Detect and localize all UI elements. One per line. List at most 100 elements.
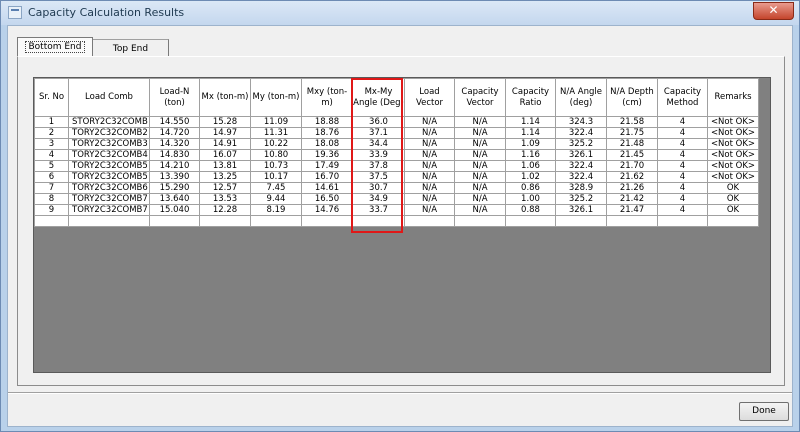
table-cell[interactable]: 4 bbox=[657, 138, 708, 150]
table-cell[interactable]: 326.1 bbox=[555, 149, 607, 161]
table-cell[interactable]: OK bbox=[707, 204, 759, 216]
table-row[interactable]: 8 TORY2C32COMB7 13.640 13.53 9.44 16.50 34.9 N/… bbox=[34, 193, 759, 205]
table-cell[interactable]: TORY2C32COMB5 bbox=[68, 160, 150, 172]
table-cell[interactable]: 12.57 bbox=[199, 182, 251, 194]
table-cell[interactable]: 16.50 bbox=[301, 193, 353, 205]
table-cell[interactable] bbox=[657, 215, 708, 227]
table-cell[interactable]: 4 bbox=[657, 182, 708, 194]
table-cell[interactable]: 11.31 bbox=[250, 127, 302, 139]
table-cell[interactable]: 322.4 bbox=[555, 127, 607, 139]
table-cell[interactable]: 21.62 bbox=[606, 171, 658, 183]
table-cell[interactable]: N/A bbox=[454, 171, 506, 183]
table-cell[interactable]: 18.08 bbox=[301, 138, 353, 150]
table-cell[interactable]: 13.53 bbox=[199, 193, 251, 205]
table-cell[interactable]: 2 bbox=[34, 127, 69, 139]
column-header[interactable]: Capacity Vector bbox=[454, 78, 506, 117]
table-cell[interactable] bbox=[454, 215, 506, 227]
column-header[interactable]: My (ton-m) bbox=[250, 78, 302, 117]
table-cell[interactable]: TORY2C32COMB6 bbox=[68, 182, 150, 194]
table-cell[interactable]: 14.76 bbox=[301, 204, 353, 216]
table-cell[interactable]: 1.09 bbox=[505, 138, 556, 150]
done-button[interactable]: Done bbox=[739, 402, 789, 421]
table-cell[interactable]: 21.70 bbox=[606, 160, 658, 172]
table-cell[interactable]: 14.97 bbox=[199, 127, 251, 139]
table-cell[interactable]: <Not OK> bbox=[707, 160, 759, 172]
table-cell[interactable]: 18.88 bbox=[301, 116, 353, 128]
column-header[interactable]: Mxy (ton-m) bbox=[301, 78, 353, 117]
table-cell[interactable]: <Not OK> bbox=[707, 138, 759, 150]
table-cell[interactable]: N/A bbox=[454, 182, 506, 194]
table-cell[interactable]: 30.7 bbox=[352, 182, 405, 194]
table-cell[interactable]: 4 bbox=[657, 160, 708, 172]
table-cell[interactable]: 13.81 bbox=[199, 160, 251, 172]
close-button[interactable]: ✕ bbox=[753, 2, 794, 20]
table-cell[interactable]: TORY2C32COMB3 bbox=[68, 138, 150, 150]
table-cell[interactable]: 1.06 bbox=[505, 160, 556, 172]
column-header[interactable]: N/A Angle (deg) bbox=[555, 78, 607, 117]
table-cell[interactable]: 0.86 bbox=[505, 182, 556, 194]
table-cell[interactable]: 10.17 bbox=[250, 171, 302, 183]
table-cell[interactable]: 325.2 bbox=[555, 138, 607, 150]
table-cell[interactable]: 33.7 bbox=[352, 204, 405, 216]
table-row[interactable]: 9 TORY2C32COMB7 15.040 12.28 8.19 14.76 33.7 N/… bbox=[34, 204, 759, 216]
table-cell[interactable]: 4 bbox=[657, 149, 708, 161]
table-row[interactable]: 7 TORY2C32COMB6 15.290 12.57 7.45 14.61 30.7 N/… bbox=[34, 182, 759, 194]
table-cell[interactable]: 4 bbox=[34, 149, 69, 161]
table-cell[interactable]: 34.9 bbox=[352, 193, 405, 205]
table-cell[interactable]: N/A bbox=[454, 149, 506, 161]
column-header[interactable]: Sr. No bbox=[34, 78, 69, 117]
table-cell[interactable]: 21.75 bbox=[606, 127, 658, 139]
table-cell[interactable]: 322.4 bbox=[555, 160, 607, 172]
table-cell[interactable]: N/A bbox=[404, 160, 455, 172]
table-cell[interactable]: TORY2C32COMB2 bbox=[68, 127, 150, 139]
table-cell[interactable] bbox=[606, 215, 658, 227]
tab-top-end[interactable]: Top End bbox=[93, 39, 169, 56]
table-cell[interactable]: 1.14 bbox=[505, 127, 556, 139]
table-cell[interactable]: 21.26 bbox=[606, 182, 658, 194]
table-cell[interactable]: 37.8 bbox=[352, 160, 405, 172]
table-cell[interactable] bbox=[404, 215, 455, 227]
table-cell[interactable]: 7 bbox=[34, 182, 69, 194]
table-cell[interactable]: 36.0 bbox=[352, 116, 405, 128]
column-header[interactable]: Mx-My Angle (Deg) bbox=[352, 78, 405, 117]
table-row[interactable]: 4 TORY2C32COMB4 14.830 16.07 10.80 19.36 33.9 N… bbox=[34, 149, 759, 161]
table-cell[interactable]: TORY2C32COMB4 bbox=[68, 149, 150, 161]
table-cell[interactable]: 16.07 bbox=[199, 149, 251, 161]
column-header[interactable]: Capacity Ratio bbox=[505, 78, 556, 117]
table-row[interactable]: 6 TORY2C32COMB5 13.390 13.25 10.17 16.70 37.5 N… bbox=[34, 171, 759, 183]
column-header[interactable]: Mx (ton-m) bbox=[199, 78, 251, 117]
table-cell[interactable]: <Not OK> bbox=[707, 127, 759, 139]
table-cell[interactable]: N/A bbox=[454, 193, 506, 205]
table-cell[interactable]: 17.49 bbox=[301, 160, 353, 172]
table-cell[interactable]: N/A bbox=[404, 204, 455, 216]
table-cell[interactable]: 8.19 bbox=[250, 204, 302, 216]
table-cell[interactable]: 7.45 bbox=[250, 182, 302, 194]
table-cell[interactable]: 6 bbox=[34, 171, 69, 183]
table-cell[interactable]: 14.320 bbox=[149, 138, 200, 150]
table-cell[interactable]: 322.4 bbox=[555, 171, 607, 183]
table-cell[interactable]: 21.45 bbox=[606, 149, 658, 161]
table-cell[interactable]: 16.70 bbox=[301, 171, 353, 183]
table-cell[interactable]: 325.2 bbox=[555, 193, 607, 205]
table-cell[interactable]: 1.14 bbox=[505, 116, 556, 128]
table-cell[interactable]: 5 bbox=[34, 160, 69, 172]
table-cell[interactable]: N/A bbox=[404, 138, 455, 150]
table-cell[interactable]: N/A bbox=[454, 116, 506, 128]
table-cell[interactable]: 21.58 bbox=[606, 116, 658, 128]
table-cell[interactable]: N/A bbox=[454, 204, 506, 216]
table-cell[interactable]: 1 bbox=[34, 116, 69, 128]
table-cell[interactable]: 3 bbox=[34, 138, 69, 150]
empty-row[interactable] bbox=[34, 215, 759, 227]
table-row[interactable]: 5 TORY2C32COMB5 14.210 13.81 10.73 17.49 37.8 N… bbox=[34, 160, 759, 172]
table-cell[interactable] bbox=[149, 215, 200, 227]
table-cell[interactable]: 4 bbox=[657, 193, 708, 205]
table-cell[interactable]: N/A bbox=[404, 149, 455, 161]
table-cell[interactable]: N/A bbox=[404, 182, 455, 194]
table-cell[interactable] bbox=[250, 215, 302, 227]
table-cell[interactable]: 4 bbox=[657, 116, 708, 128]
table-cell[interactable]: TORY2C32COMB5 bbox=[68, 171, 150, 183]
table-cell[interactable]: 21.47 bbox=[606, 204, 658, 216]
table-cell[interactable]: 1.16 bbox=[505, 149, 556, 161]
table-cell[interactable]: 4 bbox=[657, 171, 708, 183]
table-cell[interactable]: 326.1 bbox=[555, 204, 607, 216]
